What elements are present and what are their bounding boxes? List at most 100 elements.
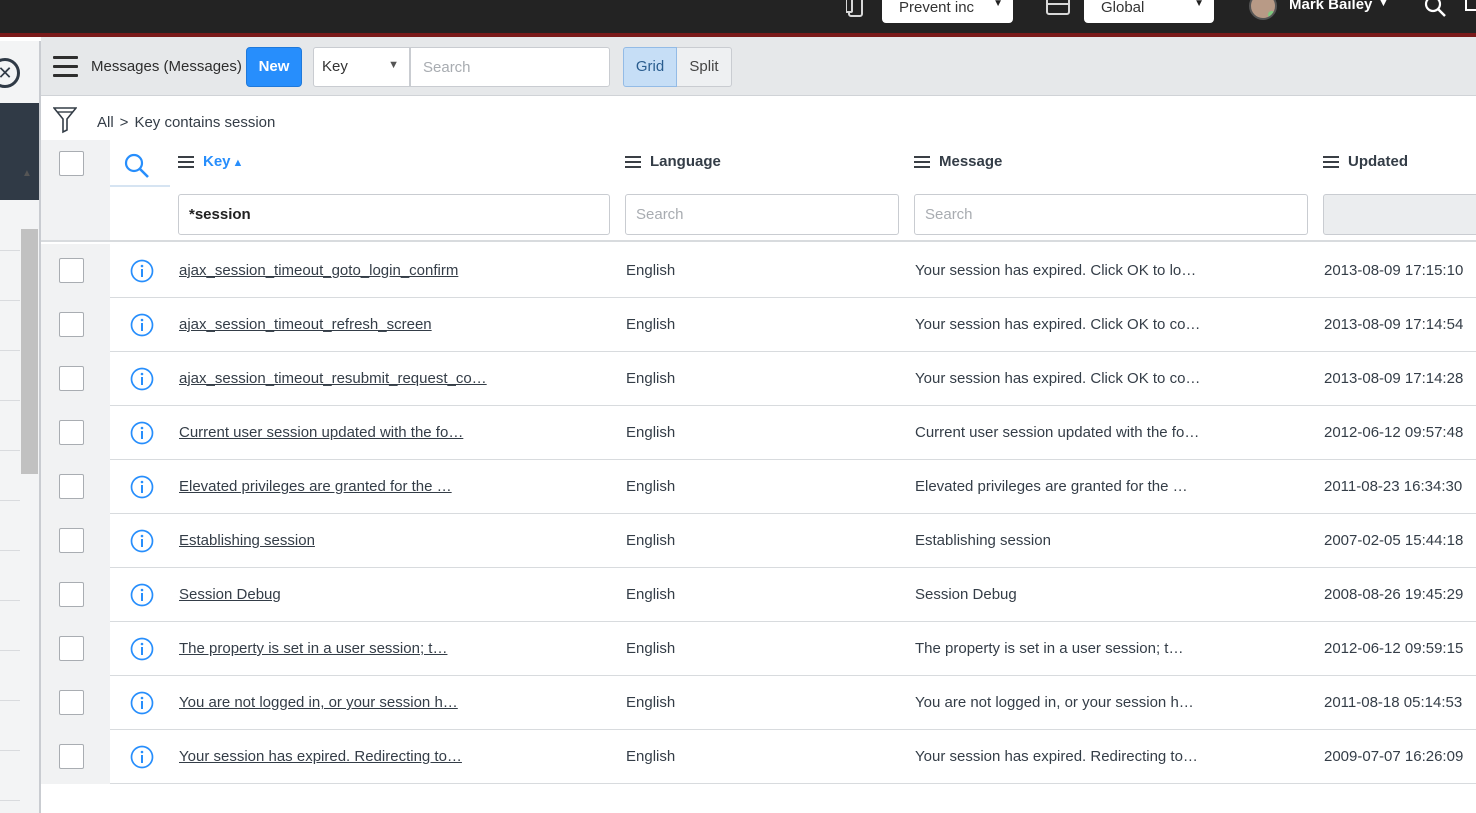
row-checkbox[interactable] <box>59 690 84 715</box>
table-row[interactable]: Establishing session English Establishing … <box>41 514 1476 568</box>
nav-item[interactable] <box>0 601 20 651</box>
row-language: English <box>626 532 676 549</box>
row-key-link[interactable]: Your session has expired. Redirecting to… <box>179 748 462 765</box>
row-language: English <box>626 478 676 495</box>
row-key-link[interactable]: ajax_session_timeout_refresh_screen <box>179 316 432 333</box>
info-icon[interactable] <box>130 745 154 769</box>
table-row[interactable]: ajax_session_timeout_goto_login_confirm E… <box>41 244 1476 298</box>
nav-item[interactable] <box>0 751 20 801</box>
row-key-link[interactable]: Establishing session <box>179 532 315 549</box>
window-icon[interactable] <box>1046 0 1070 18</box>
search-field-select[interactable]: Key ▼ <box>313 47 410 87</box>
domain-select[interactable]: Prevent inc ▼ <box>882 0 1013 23</box>
scroll-up-arrow-icon[interactable]: ▲ <box>22 168 32 179</box>
row-checkbox[interactable] <box>59 474 84 499</box>
info-icon[interactable] <box>130 259 154 283</box>
row-key-link[interactable]: ajax_session_timeout_goto_login_confirm <box>179 262 458 279</box>
info-icon[interactable] <box>130 421 154 445</box>
row-message: You are not logged in, or your session h… <box>915 694 1194 711</box>
nav-item[interactable] <box>0 401 20 451</box>
scope-select[interactable]: Global ▼ <box>1084 0 1214 23</box>
scope-select-value: Global <box>1101 0 1145 16</box>
row-key-link[interactable]: Session Debug <box>179 586 281 603</box>
table-row[interactable]: ajax_session_timeout_resubmit_request_co… <box>41 352 1476 406</box>
select-all-checkbox[interactable] <box>59 151 84 176</box>
nav-item[interactable] <box>0 251 20 301</box>
scrollbar-thumb[interactable] <box>21 229 38 474</box>
avatar[interactable] <box>1249 0 1277 20</box>
filter-icon[interactable] <box>52 106 78 134</box>
row-checkbox[interactable] <box>59 258 84 283</box>
row-checkbox[interactable] <box>59 528 84 553</box>
row-checkbox[interactable] <box>59 366 84 391</box>
column-header-key[interactable]: Key ▲ <box>178 153 243 171</box>
nav-item[interactable] <box>0 451 20 501</box>
split-toggle-button[interactable]: Split <box>677 47 732 87</box>
nav-item[interactable] <box>0 351 20 401</box>
info-icon[interactable] <box>130 637 154 661</box>
table-row[interactable]: ajax_session_timeout_refresh_screen Engli… <box>41 298 1476 352</box>
breadcrumb-all[interactable]: All <box>97 114 114 131</box>
top-banner: Prevent inc ▼ Global ▼ Mark Bailey ▼ <box>0 0 1476 37</box>
row-message: Your session has expired. Click OK to co… <box>915 370 1201 387</box>
column-search-underline <box>110 185 170 187</box>
table-row[interactable]: Elevated privileges are granted for the … <box>41 460 1476 514</box>
nav-item[interactable] <box>0 551 20 601</box>
user-name[interactable]: Mark Bailey <box>1289 0 1372 13</box>
table-row[interactable]: Session Debug English Session Debug 2008-08… <box>41 568 1476 622</box>
row-key-link[interactable]: The property is set in a user session; t… <box>179 640 447 657</box>
column-menu-icon[interactable] <box>1323 153 1339 171</box>
row-checkbox[interactable] <box>59 582 84 607</box>
table-row[interactable]: You are not logged in, or your session h… <box>41 676 1476 730</box>
row-key-link[interactable]: You are not logged in, or your session h… <box>179 694 458 711</box>
row-checkbox[interactable] <box>59 312 84 337</box>
row-checkbox[interactable] <box>59 636 84 661</box>
row-language: English <box>626 586 676 603</box>
column-menu-icon[interactable] <box>625 153 641 171</box>
info-icon[interactable] <box>130 313 154 337</box>
table-row[interactable]: The property is set in a user session; t… <box>41 622 1476 676</box>
search-input[interactable] <box>410 47 610 87</box>
row-key-link[interactable]: ajax_session_timeout_resubmit_request_co… <box>179 370 487 387</box>
column-menu-icon[interactable] <box>178 153 194 171</box>
grid-toggle-button[interactable]: Grid <box>623 47 677 87</box>
hamburger-icon[interactable] <box>53 56 78 77</box>
new-button[interactable]: New <box>246 47 302 87</box>
nav-item[interactable] <box>0 701 20 751</box>
user-menu-caret-icon[interactable]: ▼ <box>1378 0 1389 9</box>
row-key-link[interactable]: Elevated privileges are granted for the … <box>179 478 452 495</box>
device-icon[interactable] <box>845 0 866 18</box>
row-key-link[interactable]: Current user session updated with the fo… <box>179 424 463 441</box>
info-icon[interactable] <box>130 475 154 499</box>
table-row[interactable]: Current user session updated with the fo… <box>41 406 1476 460</box>
row-checkbox[interactable] <box>59 420 84 445</box>
chat-icon[interactable] <box>1464 0 1476 16</box>
nav-item[interactable] <box>0 651 20 701</box>
row-message: Your session has expired. Redirecting to… <box>915 748 1198 765</box>
column-menu-icon[interactable] <box>914 153 930 171</box>
row-checkbox[interactable] <box>59 744 84 769</box>
info-icon[interactable] <box>130 583 154 607</box>
breadcrumb-condition[interactable]: Key contains session <box>134 114 275 131</box>
message-filter-input[interactable] <box>914 194 1308 235</box>
column-search-icon[interactable] <box>124 153 150 179</box>
table-row[interactable]: Your session has expired. Redirecting to… <box>41 730 1476 784</box>
search-icon[interactable] <box>1424 0 1448 17</box>
info-icon[interactable] <box>130 691 154 715</box>
language-filter-input[interactable] <box>625 194 899 235</box>
key-filter-input[interactable] <box>178 194 610 235</box>
domain-select-value: Prevent inc <box>899 0 975 16</box>
close-circle-icon[interactable]: ✕ <box>0 58 20 88</box>
nav-item[interactable] <box>0 201 20 251</box>
column-header-language[interactable]: Language <box>625 153 721 171</box>
row-updated: 2007-02-05 15:44:18 <box>1324 532 1464 549</box>
info-icon[interactable] <box>130 367 154 391</box>
nav-item[interactable] <box>0 501 20 551</box>
row-language: English <box>626 370 676 387</box>
column-header-updated[interactable]: Updated <box>1323 153 1408 171</box>
info-icon[interactable] <box>130 529 154 553</box>
column-header-message[interactable]: Message <box>914 153 1002 171</box>
row-updated: 2011-08-23 16:34:30 <box>1324 478 1463 495</box>
nav-item[interactable] <box>0 301 20 351</box>
row-language: English <box>626 694 676 711</box>
